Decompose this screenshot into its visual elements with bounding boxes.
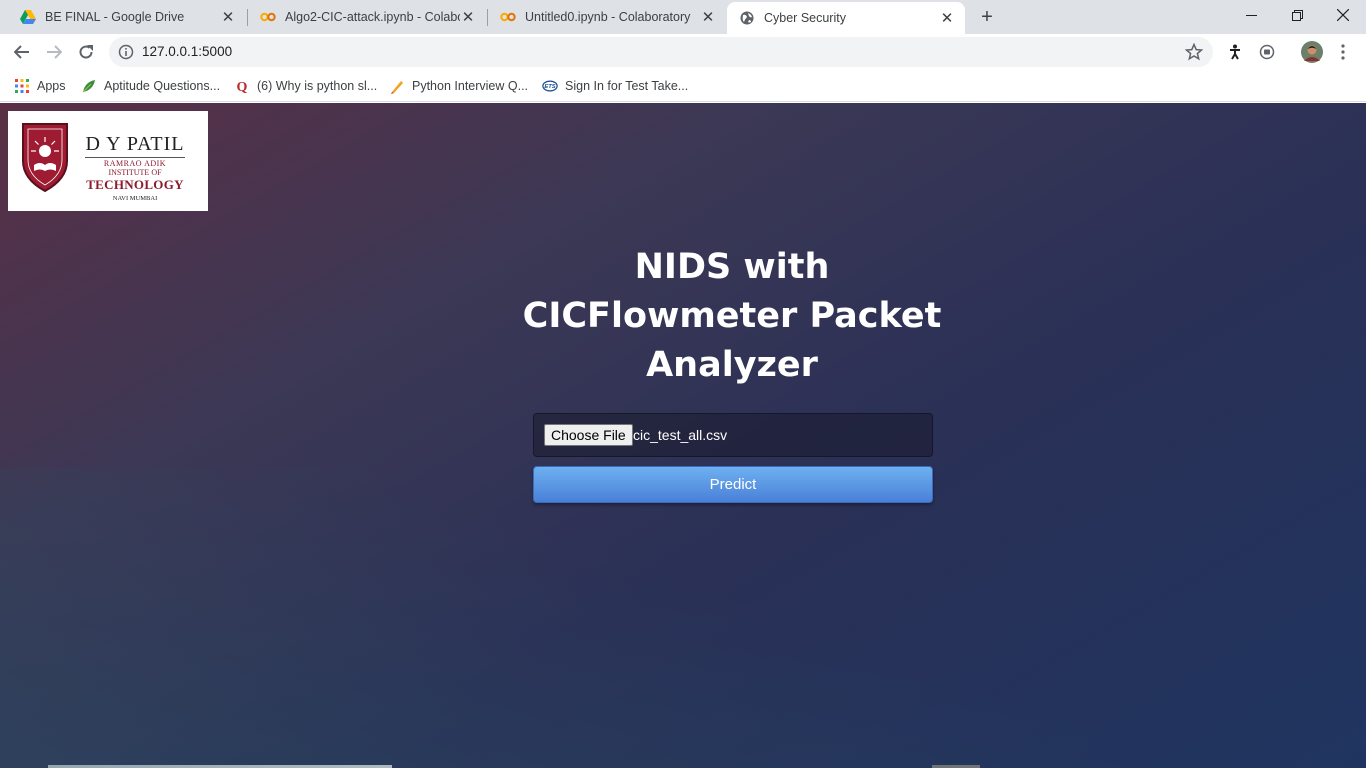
globe-icon bbox=[739, 10, 755, 26]
restore-button[interactable] bbox=[1274, 0, 1320, 30]
media-extension-button[interactable] bbox=[1256, 41, 1278, 63]
address-bar[interactable]: 127.0.0.1:5000 bbox=[109, 37, 1213, 67]
forward-button[interactable] bbox=[40, 38, 68, 66]
star-icon[interactable] bbox=[1185, 43, 1203, 61]
title-line-1: NIDS with bbox=[634, 247, 830, 287]
bookmark-leaf-icon bbox=[81, 78, 97, 94]
tab-title: Cyber Security bbox=[764, 11, 846, 25]
arrow-right-icon bbox=[47, 45, 62, 59]
svg-text:ETS: ETS bbox=[544, 84, 555, 90]
bookmark-ets-sign-in[interactable]: ETS Sign In for Test Take... bbox=[542, 76, 688, 96]
bookmark-pen-icon bbox=[389, 78, 405, 94]
close-icon bbox=[1337, 9, 1349, 21]
bookmark-label: (6) Why is python sl... bbox=[257, 79, 378, 93]
quora-icon: Q bbox=[234, 78, 250, 94]
tab-cyber-security[interactable]: Cyber Security ✕ bbox=[727, 2, 965, 34]
tab-be-final[interactable]: BE FINAL - Google Drive ✕ bbox=[8, 0, 246, 34]
bookmark-label: Python Interview Q... bbox=[412, 79, 529, 93]
apps-grid-icon bbox=[14, 78, 30, 94]
close-icon[interactable]: ✕ bbox=[220, 9, 236, 26]
file-input[interactable]: Choose File cic_test_all.csv bbox=[533, 413, 933, 457]
bookmark-apps[interactable]: Apps bbox=[14, 76, 66, 96]
bookmark-aptitude-questions[interactable]: Aptitude Questions... bbox=[81, 76, 220, 96]
accessibility-icon bbox=[1230, 44, 1240, 60]
restore-icon bbox=[1291, 9, 1303, 21]
tab-title: Untitled0.ipynb - Colaboratory bbox=[525, 10, 691, 24]
avatar-icon bbox=[1301, 41, 1323, 63]
reload-button[interactable] bbox=[72, 38, 100, 66]
profile-avatar[interactable] bbox=[1300, 40, 1324, 64]
new-tab-button[interactable]: + bbox=[975, 5, 999, 29]
logo-text: D Y PATIL RAMRAO ADIK INSTITUTE OF TECHN… bbox=[80, 133, 190, 202]
predict-button[interactable]: Predict bbox=[533, 466, 933, 503]
logo-line3: INSTITUTE OF bbox=[108, 168, 162, 177]
window-close-button[interactable] bbox=[1320, 0, 1366, 30]
minimize-icon bbox=[1245, 14, 1257, 16]
url-text[interactable]: 127.0.0.1:5000 bbox=[142, 44, 232, 59]
selected-filename: cic_test_all.csv bbox=[633, 427, 728, 443]
colab-icon bbox=[260, 9, 276, 25]
browser-toolbar: 127.0.0.1:5000 bbox=[0, 34, 1366, 70]
bookmark-label: Apps bbox=[37, 79, 66, 93]
college-logo: D Y PATIL RAMRAO ADIK INSTITUTE OF TECHN… bbox=[8, 111, 208, 211]
close-icon[interactable]: ✕ bbox=[700, 9, 716, 26]
more-vert-icon bbox=[1341, 44, 1345, 60]
tab-strip: BE FINAL - Google Drive ✕ Algo2-CIC-atta… bbox=[0, 0, 1366, 34]
close-icon[interactable]: ✕ bbox=[460, 9, 476, 26]
close-icon[interactable]: ✕ bbox=[939, 10, 955, 27]
arrow-left-icon bbox=[14, 45, 29, 59]
bookmark-label: Sign In for Test Take... bbox=[565, 79, 689, 93]
logo-line2: RAMRAO ADIK bbox=[103, 159, 167, 168]
crest-icon bbox=[22, 123, 68, 193]
bookmark-python-interview[interactable]: Python Interview Q... bbox=[389, 76, 528, 96]
title-line-3: Analyzer bbox=[646, 345, 818, 385]
tab-title: BE FINAL - Google Drive bbox=[45, 10, 185, 24]
tab-untitled0[interactable]: Untitled0.ipynb - Colaboratory ✕ bbox=[488, 0, 726, 34]
bookmark-label: Aptitude Questions... bbox=[104, 79, 221, 93]
menu-button[interactable] bbox=[1332, 41, 1354, 63]
bookmark-quora[interactable]: Q (6) Why is python sl... bbox=[234, 76, 378, 96]
minimize-button[interactable] bbox=[1228, 0, 1274, 30]
page-title: NIDS with CICFlowmeter Packet Analyzer bbox=[482, 243, 982, 390]
tab-title: Algo2-CIC-attack.ipynb - Colabor bbox=[285, 10, 460, 24]
media-icon bbox=[1259, 44, 1275, 60]
logo-line4: TECHNOLOGY bbox=[86, 177, 184, 192]
tab-algo2-cic-attack[interactable]: Algo2-CIC-attack.ipynb - Colabor ✕ bbox=[248, 0, 486, 34]
page-content: D Y PATIL RAMRAO ADIK INSTITUTE OF TECHN… bbox=[0, 103, 1366, 768]
logo-name: D Y PATIL bbox=[85, 133, 185, 155]
reload-icon bbox=[79, 45, 93, 59]
svg-text:Q: Q bbox=[237, 80, 248, 93]
logo-line5: NAVI MUMBAI bbox=[112, 195, 158, 202]
title-line-2: CICFlowmeter Packet bbox=[522, 296, 942, 336]
back-button[interactable] bbox=[8, 38, 36, 66]
info-icon[interactable] bbox=[118, 44, 134, 60]
colab-icon bbox=[500, 9, 516, 25]
accessibility-extension-button[interactable] bbox=[1224, 41, 1246, 63]
google-drive-icon bbox=[20, 9, 36, 25]
ets-icon: ETS bbox=[542, 78, 558, 94]
choose-file-button[interactable]: Choose File bbox=[544, 424, 633, 446]
bookmarks-bar: Apps Aptitude Questions... Q (6) Why is … bbox=[0, 70, 1366, 102]
